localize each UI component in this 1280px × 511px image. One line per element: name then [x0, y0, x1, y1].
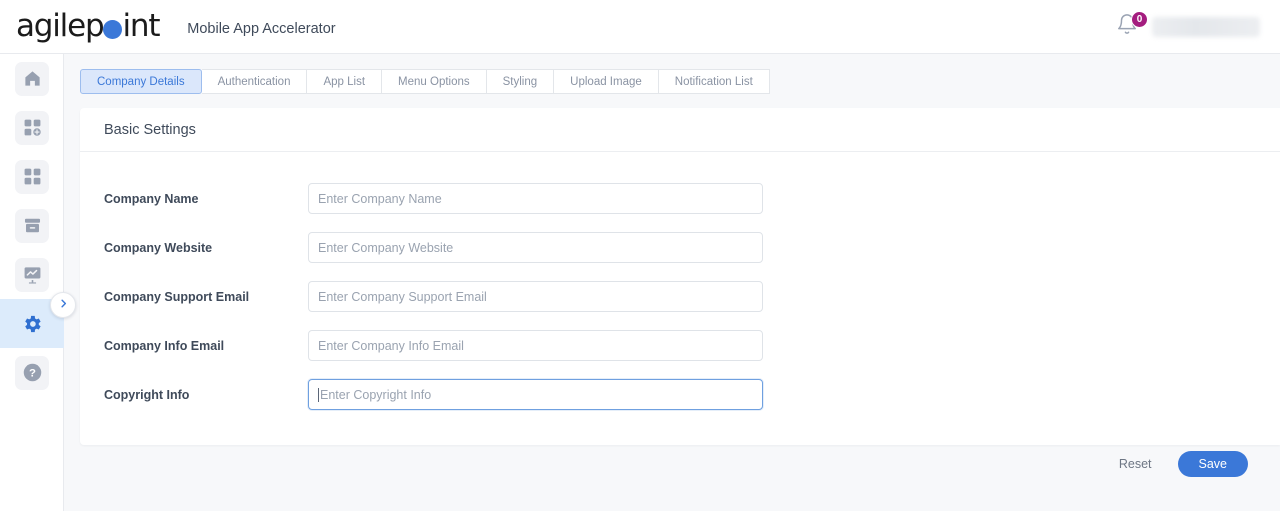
copyright-info-placeholder: Enter Copyright Info: [320, 387, 432, 402]
company-support-email-input[interactable]: Enter Company Support Email: [308, 281, 763, 312]
company-details-form: Company Name Enter Company Name Company …: [80, 152, 1280, 445]
tab-bar: Company Details Authentication App List …: [80, 69, 770, 94]
panel-header: Basic Settings: [80, 108, 1280, 152]
notification-badge: 0: [1131, 10, 1148, 28]
add-app-icon: [15, 110, 49, 145]
tab-authentication[interactable]: Authentication: [201, 69, 308, 94]
logo-text-post: int: [122, 8, 160, 44]
panel-title: Basic Settings: [104, 121, 196, 138]
user-name-redacted[interactable]: [1152, 16, 1260, 37]
archive-icon: [15, 208, 49, 243]
company-name-input[interactable]: Enter Company Name: [308, 183, 763, 214]
save-button[interactable]: Save: [1177, 451, 1248, 477]
blue-dot-icon: [103, 20, 123, 39]
tab-menu-options[interactable]: Menu Options: [382, 69, 487, 94]
logo-text-pre: agilep: [16, 8, 105, 44]
copyright-info-input[interactable]: Enter Copyright Info: [308, 379, 763, 410]
tab-app-list[interactable]: App List: [307, 69, 383, 94]
form-row-company-info-email: Company Info Email Enter Company Info Em…: [80, 321, 1280, 370]
tab-notification-list[interactable]: Notification List: [658, 69, 770, 94]
label-company-website: Company Website: [104, 240, 213, 255]
sidebar-item-archive[interactable]: [0, 201, 64, 250]
form-row-copyright-info: Copyright Info Enter Copyright Info: [80, 370, 1280, 419]
gear-icon: [15, 307, 49, 341]
sidebar-item-home[interactable]: [0, 54, 64, 103]
tab-company-details[interactable]: Company Details: [80, 69, 202, 94]
notifications-button[interactable]: 0: [1116, 10, 1148, 42]
agilepoint-logo[interactable]: agilep int: [16, 8, 160, 44]
sidebar-item-help[interactable]: ?: [0, 348, 64, 397]
apps-grid-icon: [15, 159, 49, 194]
left-sidebar: ?: [0, 54, 76, 511]
sidebar-item-add-app[interactable]: [0, 103, 64, 152]
company-info-email-input[interactable]: Enter Company Info Email: [308, 330, 763, 361]
company-website-input[interactable]: Enter Company Website: [308, 232, 763, 263]
main-content: Company Details Authentication App List …: [64, 54, 1280, 511]
sidebar-expand-toggle[interactable]: [50, 292, 76, 318]
help-icon: ?: [15, 355, 49, 390]
label-company-info-email: Company Info Email: [104, 338, 225, 353]
tab-styling[interactable]: Styling: [486, 69, 555, 94]
basic-settings-panel: Basic Settings Company Name Enter Compan…: [80, 108, 1280, 445]
analytics-icon: [15, 257, 49, 292]
label-company-support-email: Company Support Email: [104, 289, 250, 304]
label-copyright-info: Copyright Info: [104, 387, 190, 402]
reset-button[interactable]: Reset: [1119, 457, 1152, 471]
page-title: Mobile App Accelerator: [187, 20, 336, 37]
form-actions: Reset Save: [64, 434, 1280, 494]
header-right-group: 0: [1116, 10, 1260, 42]
chevron-right-icon: [58, 298, 69, 312]
svg-text:?: ?: [29, 368, 36, 380]
form-row-company-name: Company Name Enter Company Name: [80, 174, 1280, 223]
tab-upload-image[interactable]: Upload Image: [554, 69, 659, 94]
form-row-company-support-email: Company Support Email Enter Company Supp…: [80, 272, 1280, 321]
form-row-company-website: Company Website Enter Company Website: [80, 223, 1280, 272]
top-header-bar: agilep int Mobile App Accelerator 0: [0, 0, 1280, 54]
sidebar-item-analytics[interactable]: [0, 250, 64, 299]
text-caret: [318, 387, 319, 402]
home-icon: [15, 61, 49, 96]
logo-text: agilep int: [16, 8, 160, 44]
sidebar-item-apps[interactable]: [0, 152, 64, 201]
label-company-name: Company Name: [104, 191, 199, 206]
